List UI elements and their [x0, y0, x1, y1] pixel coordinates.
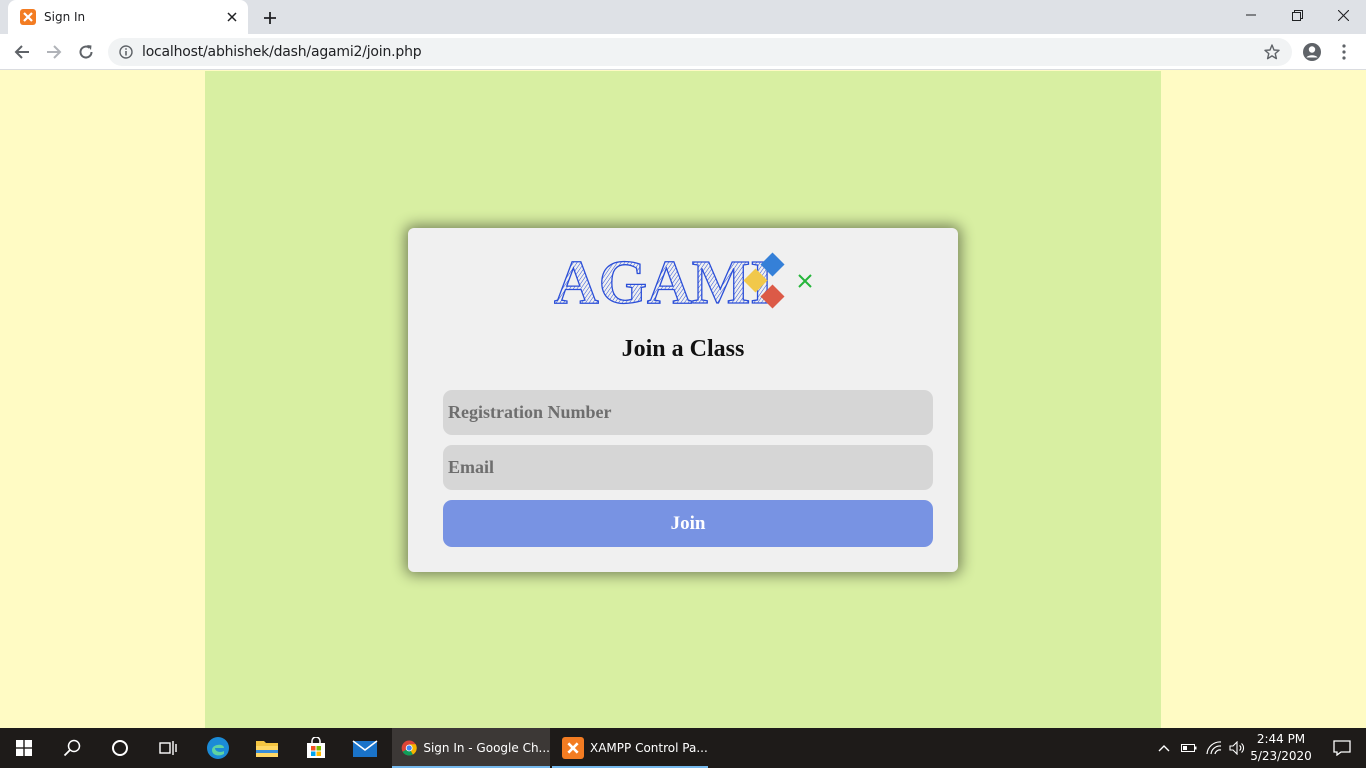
store-icon[interactable] [292, 728, 340, 768]
plus-icon[interactable] [258, 6, 282, 30]
taskbar: Sign In - Google Ch... XAMPP Control Pa.… [0, 728, 1366, 768]
xampp-icon [562, 737, 584, 759]
windows-start-icon[interactable] [0, 728, 48, 768]
wifi-icon[interactable] [1202, 728, 1226, 768]
taskbar-app-label: XAMPP Control Pa... [590, 741, 708, 755]
chevron-up-icon[interactable] [1152, 728, 1176, 768]
tab-strip: Sign In [0, 0, 1366, 34]
cortana-icon[interactable] [96, 728, 144, 768]
notification-icon[interactable] [1318, 728, 1366, 768]
edge-icon[interactable] [194, 728, 242, 768]
browser-toolbar: localhost/abhishek/dash/agami2/join.php [0, 34, 1366, 70]
taskbar-app-xampp[interactable]: XAMPP Control Pa... [552, 728, 708, 768]
url-text[interactable]: localhost/abhishek/dash/agami2/join.php [142, 44, 1262, 60]
task-view-icon[interactable] [144, 728, 192, 768]
clock-time: 2:44 PM [1256, 732, 1306, 746]
join-card: AGAMI Join a Class Join [408, 228, 958, 572]
xampp-icon [20, 9, 36, 25]
star-icon[interactable] [1262, 42, 1282, 62]
restore-icon[interactable] [1274, 0, 1320, 30]
registration-number-input[interactable] [443, 390, 933, 435]
back-arrow-icon[interactable] [8, 38, 36, 66]
forward-arrow-icon[interactable] [40, 38, 68, 66]
mail-icon[interactable] [341, 728, 389, 768]
agami-logo: AGAMI [554, 248, 812, 312]
tab-sign-in[interactable]: Sign In [8, 0, 248, 34]
svg-text:AGAMI: AGAMI [554, 249, 774, 312]
clock-date: 5/23/2020 [1250, 749, 1312, 763]
account-icon[interactable] [1298, 38, 1326, 66]
page-title: Join a Class [621, 336, 745, 362]
close-icon[interactable] [1320, 0, 1366, 30]
battery-icon[interactable] [1177, 728, 1201, 768]
taskbar-app-chrome[interactable]: Sign In - Google Ch... [392, 728, 550, 768]
email-input[interactable] [443, 445, 933, 490]
info-icon[interactable] [118, 44, 134, 60]
close-icon[interactable] [224, 9, 240, 25]
tab-title: Sign In [44, 10, 86, 24]
system-clock[interactable]: 2:44 PM 5/23/2020 [1246, 731, 1316, 765]
taskbar-app-label: Sign In - Google Ch... [423, 741, 550, 755]
reload-icon[interactable] [72, 38, 100, 66]
search-icon[interactable] [48, 728, 96, 768]
minimize-icon[interactable] [1228, 0, 1274, 30]
chrome-icon [401, 740, 417, 756]
file-explorer-icon[interactable] [243, 728, 291, 768]
kebab-menu-icon[interactable] [1330, 38, 1358, 66]
join-button[interactable]: Join [443, 500, 933, 547]
page-viewport: AGAMI Join a Class Join [0, 71, 1366, 728]
address-bar[interactable]: localhost/abhishek/dash/agami2/join.php [108, 38, 1292, 66]
